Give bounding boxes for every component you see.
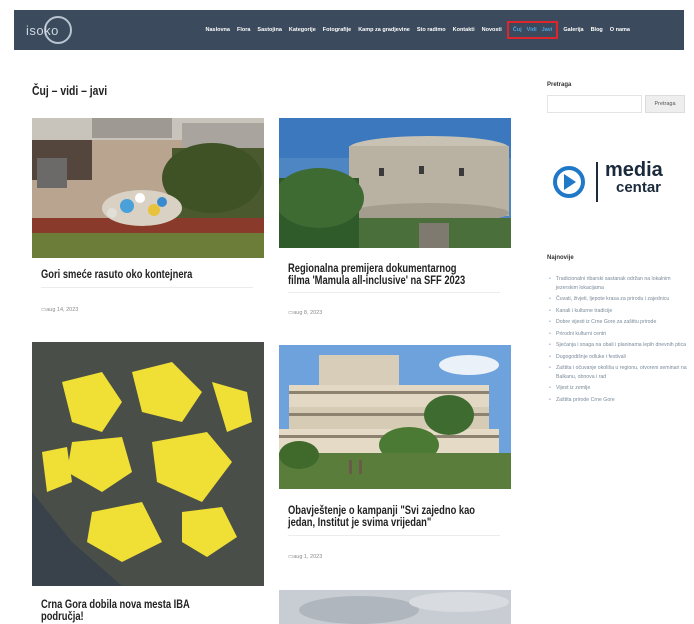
nav-item-stands[interactable]: Sastojina [254,27,285,33]
site-logo[interactable]: isoko [24,16,72,44]
nav-item-categories[interactable]: Kategorije [285,27,319,33]
media-centar-line2: centar [616,179,662,196]
recent-heading: Najnovije [547,255,574,261]
divider [41,287,253,288]
recent-post-link[interactable]: Sjećanja i snaga na obali i planinama le… [547,341,687,350]
post-date-fort: ▭aug 8, 2023 [288,310,323,316]
recent-post-link[interactable]: Zaštita i očuvanje okoliša u regionu, ot… [547,364,687,381]
nav-item-cuj[interactable]: Čuj [510,27,524,33]
divider [288,292,500,293]
fort-photo [279,118,511,248]
post-image-building[interactable] [279,345,511,489]
post-title-map-2[interactable]: područja! [41,610,84,622]
nav-highlight-group: Čuj Vidi Javi [507,21,558,39]
logo-text: isoko [26,23,59,38]
recent-post-link[interactable]: Kanali i kulturne tradicije [547,307,687,316]
nav-item-photos[interactable]: Fotografije [319,27,354,33]
search-button[interactable]: Pretraga [645,95,685,113]
sky-photo [279,590,511,624]
site-header: isoko Naslovna Flora Sastojina Kategorij… [14,10,684,50]
recent-posts-list: Tradicionalni ribarski sastanak održan n… [547,275,687,407]
recent-post-link[interactable]: Vijest iz zemlje [547,384,687,393]
nav-item-javi[interactable]: Javi [539,27,555,33]
nav-item-flora[interactable]: Flora [233,27,253,33]
recent-post-link[interactable]: Prirodni kulturni centri [547,330,687,339]
post-title-garbage[interactable]: Gori smeće rasuto oko kontejnera [41,268,192,280]
garbage-photo [32,118,264,258]
post-title-building-2[interactable]: jedan, Institut je svima vrijedan" [288,516,431,528]
nav-item-blog[interactable]: Blog [587,27,606,33]
nav-item-vidi[interactable]: Vidi [524,27,539,33]
recent-post-link[interactable]: Zaštita prirode Crne Gore [547,396,687,405]
search-heading: Pretraga [547,82,572,88]
post-image-fort[interactable] [279,118,511,248]
post-title-fort-2[interactable]: filma 'Mamula all-inclusive' na SFF 2023 [288,274,465,286]
nav-item-contacts[interactable]: Kontakti [449,27,478,33]
search-input[interactable] [547,95,642,113]
logo-divider [596,162,598,202]
post-date-building: ▭aug 1, 2023 [288,554,323,560]
nav-item-camp[interactable]: Kamp za gradjevine [355,27,414,33]
nav-item-gallery[interactable]: Galerija [560,27,587,33]
divider [288,535,500,536]
recent-post-link[interactable]: Dugogodišnje odluke i festivali [547,353,687,362]
media-centar-logo[interactable]: media centar [553,158,683,210]
nav-item-home[interactable]: Naslovna [202,27,233,33]
iba-map [32,342,264,586]
main-nav: Naslovna Flora Sastojina Kategorije Foto… [202,10,633,50]
building-photo [279,345,511,489]
recent-post-link[interactable]: Tradicionalni ribarski sastanak održan n… [547,275,687,292]
post-image-sky[interactable] [279,590,511,624]
nav-item-work[interactable]: Sto radimo [413,27,449,33]
play-icon [564,174,576,190]
nav-item-about[interactable]: O nama [606,27,633,33]
nav-item-news[interactable]: Novosti [478,27,505,33]
post-image-map[interactable] [32,342,264,586]
recent-post-link[interactable]: Čuvati, živjeti, ljepote krasa za prirod… [547,295,687,304]
recent-post-link[interactable]: Dobre vijesti iz Crne Gore za zaštitu pr… [547,318,687,327]
post-image-garbage[interactable] [32,118,264,258]
page-title: Čuj – vidi – javi [32,83,108,98]
post-date-garbage: ▭aug 14, 2023 [41,307,79,313]
media-centar-line1: media [605,159,663,181]
